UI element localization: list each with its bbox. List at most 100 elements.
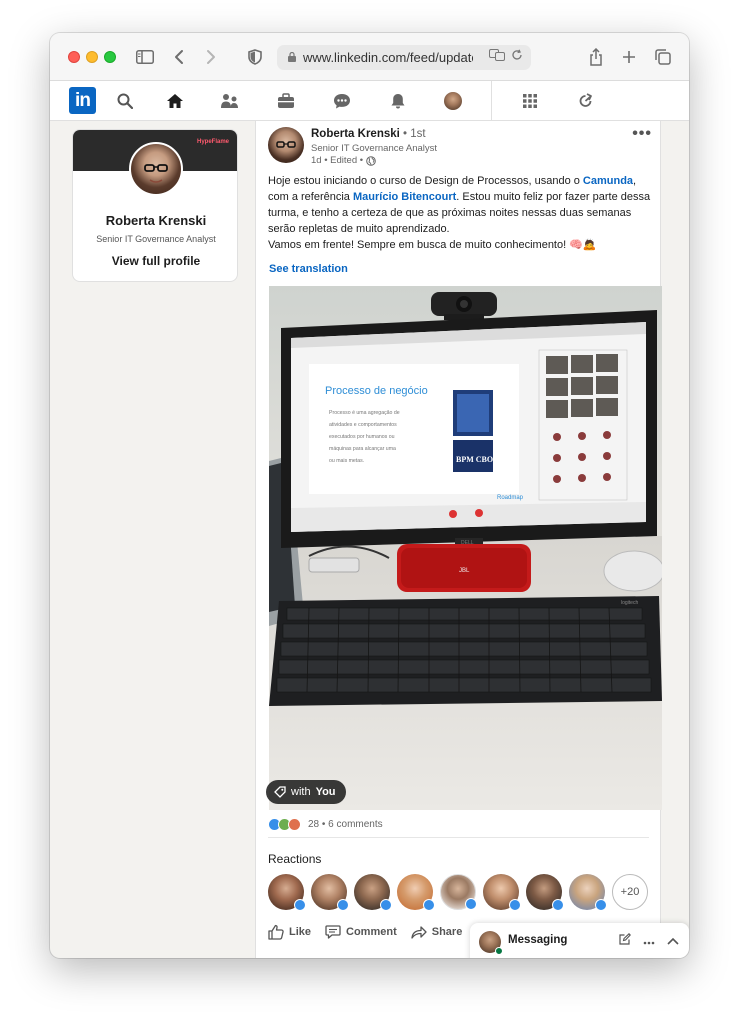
reactor-avatar[interactable] — [440, 874, 477, 910]
linkedin-nav: in — [50, 81, 689, 121]
globe-icon — [366, 155, 376, 166]
my-network-icon[interactable] — [219, 90, 241, 112]
speaker-brand: JBL — [459, 568, 470, 574]
reactions-heading: Reactions — [268, 852, 322, 866]
view-full-profile-link[interactable]: View full profile — [73, 254, 237, 268]
me-avatar[interactable] — [442, 90, 464, 112]
sidebar-toggle-icon[interactable] — [136, 45, 154, 69]
profile-name[interactable]: Roberta Krenski — [73, 213, 237, 228]
share-icon[interactable] — [589, 45, 603, 69]
tag-name: You — [315, 786, 336, 798]
tag-prefix: with — [291, 786, 311, 798]
celebrate-reaction-icon — [288, 817, 301, 831]
mention-camunda[interactable]: Camunda — [583, 175, 633, 187]
address-bar[interactable]: www.linkedin.com/feed/update/ — [277, 45, 531, 70]
reactor-avatar[interactable] — [311, 874, 349, 911]
banner-brand: HypeFlame — [196, 139, 229, 145]
post-timestamp: 1d • Edited • — [311, 155, 364, 166]
keyboard-brand: logitech — [621, 600, 638, 606]
reactor-avatar[interactable] — [354, 874, 392, 911]
messaging-more-icon[interactable] — [643, 934, 655, 948]
like-label: Like — [289, 926, 312, 938]
online-status-indicator — [495, 947, 503, 955]
like-badge-icon — [552, 899, 564, 911]
like-button[interactable]: Like — [268, 924, 311, 940]
svg-text:Processo é uma agregação de: Processo é uma agregação de — [329, 410, 400, 416]
post-actions: Like Comment Share — [268, 924, 462, 940]
home-icon[interactable] — [164, 90, 186, 112]
zoom-window-button[interactable] — [104, 51, 116, 63]
reactor-avatar[interactable] — [569, 874, 607, 911]
like-badge-icon — [509, 899, 521, 911]
more-reactors-button[interactable]: +20 — [612, 874, 648, 910]
messaging-panel[interactable]: Messaging — [470, 923, 689, 958]
post-author-avatar[interactable] — [268, 127, 304, 163]
reactor-avatar[interactable] — [526, 874, 564, 911]
notifications-icon[interactable] — [387, 90, 409, 112]
back-arrow-icon[interactable] — [174, 45, 184, 69]
post-more-button[interactable]: ••• — [632, 125, 652, 143]
post-image[interactable]: Processo de negócio Processo é uma agreg… — [269, 286, 662, 810]
like-badge-icon — [380, 899, 392, 911]
post-author-degree: 1st — [410, 128, 426, 140]
thumbs-up-icon — [268, 924, 284, 940]
reactor-avatar[interactable] — [483, 874, 521, 911]
profile-card: HypeFlame Roberta Krenski Senior IT Gove… — [72, 129, 238, 282]
post-meta: 1d • Edited • — [311, 155, 376, 166]
svg-text:máquinas para alcançar uma: máquinas para alcançar uma — [329, 446, 396, 452]
book-title: BPM CBOK — [456, 455, 500, 464]
forward-arrow-icon[interactable] — [206, 45, 216, 69]
slide-footer: Roadmap — [497, 495, 524, 501]
advertise-icon[interactable] — [575, 90, 597, 112]
messaging-icon[interactable] — [331, 90, 353, 112]
reactors-list: +20 — [268, 874, 648, 911]
compose-message-icon[interactable] — [619, 933, 631, 948]
reload-icon[interactable] — [511, 49, 523, 64]
close-window-button[interactable] — [68, 51, 80, 63]
minimize-window-button[interactable] — [86, 51, 98, 63]
jobs-icon[interactable] — [275, 90, 297, 112]
like-badge-icon — [294, 899, 306, 911]
reaction-summary[interactable]: 28 • 6 comments — [268, 816, 383, 832]
work-grid-icon[interactable] — [519, 90, 541, 112]
feed-post: Roberta Krenski • 1st Senior IT Governan… — [255, 121, 662, 958]
translate-icon[interactable] — [489, 49, 505, 64]
post-author-line: Roberta Krenski • 1st — [311, 128, 426, 140]
post-text-line2: Vamos em frente! Sempre em busca de muit… — [268, 239, 597, 251]
comment-icon — [325, 925, 341, 939]
like-badge-icon — [465, 898, 477, 910]
browser-toolbar: www.linkedin.com/feed/update/ — [50, 33, 689, 81]
share-label: Share — [431, 926, 463, 938]
profile-avatar[interactable] — [129, 142, 183, 196]
tab-overview-icon[interactable] — [655, 45, 671, 69]
reactor-avatar[interactable] — [268, 874, 306, 911]
post-divider — [268, 837, 649, 838]
chevron-up-icon[interactable] — [667, 934, 679, 948]
post-author-name[interactable]: Roberta Krenski — [311, 128, 400, 140]
tagged-people-chip[interactable]: with You — [266, 780, 346, 804]
reaction-count[interactable]: 28 • 6 comments — [308, 819, 383, 830]
like-badge-icon — [595, 899, 607, 911]
share-button[interactable]: Share — [411, 924, 463, 940]
svg-text:executados por humanos ou: executados por humanos ou — [329, 434, 395, 440]
new-tab-icon[interactable] — [622, 45, 636, 69]
search-icon[interactable] — [114, 90, 136, 112]
privacy-shield-icon[interactable] — [248, 45, 262, 69]
like-badge-icon — [337, 899, 349, 911]
url-text: www.linkedin.com/feed/update/ — [303, 50, 473, 65]
slide-title: Processo de negócio — [325, 385, 428, 397]
linkedin-logo[interactable]: in — [69, 87, 96, 114]
lock-icon — [288, 52, 296, 62]
mention-mauricio-bitencourt[interactable]: Maurício Bitencourt — [353, 191, 456, 203]
desk-photo: Processo de negócio Processo é uma agreg… — [269, 286, 662, 810]
comment-button[interactable]: Comment — [325, 924, 397, 940]
svg-text:atividades e comportamentos: atividades e comportamentos — [329, 422, 397, 428]
tag-icon — [274, 786, 286, 798]
see-translation-link[interactable]: See translation — [269, 263, 348, 275]
post-degree-separator: • — [403, 128, 408, 140]
post-body: Hoje estou iniciando o curso de Design d… — [268, 173, 653, 253]
messaging-label[interactable]: Messaging — [508, 934, 567, 946]
post-author-headline: Senior IT Governance Analyst — [311, 143, 438, 154]
reactor-avatar[interactable] — [397, 874, 435, 911]
profile-headline: Senior IT Governance Analyst — [96, 234, 216, 244]
